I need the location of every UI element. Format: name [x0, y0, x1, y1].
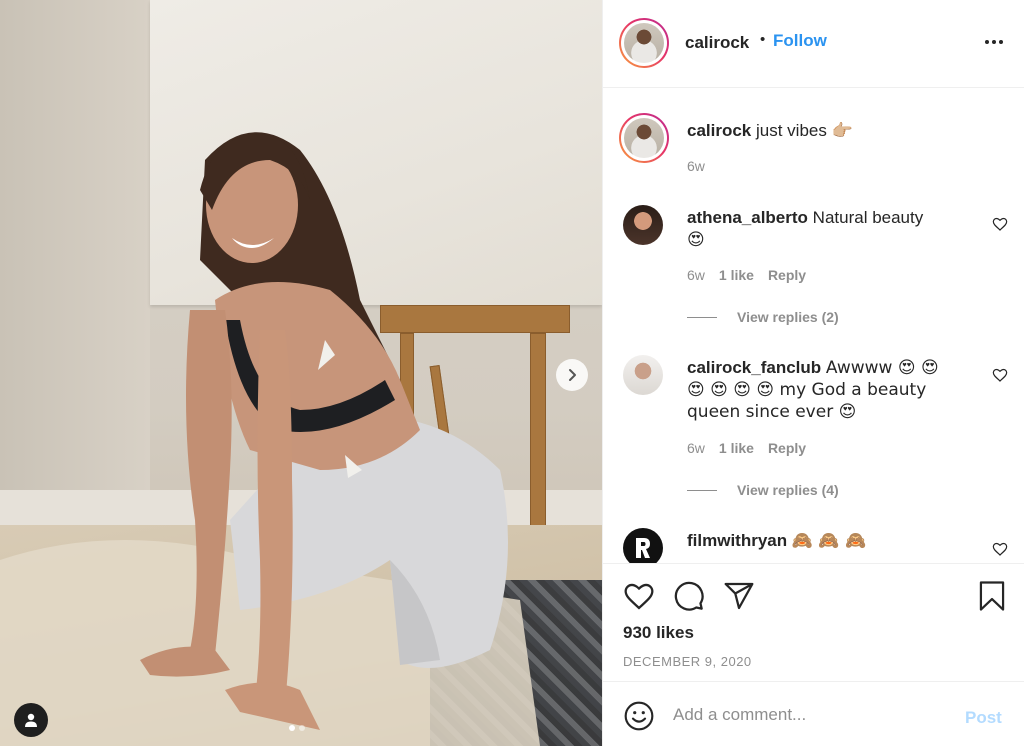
comment-body-line3: queen since ever 😍	[687, 402, 857, 422]
logo-icon	[636, 538, 650, 558]
commenter-avatar[interactable]	[623, 205, 663, 245]
chevron-right-icon	[569, 369, 576, 381]
post-header: calirock • Follow	[603, 0, 1024, 88]
caption-emoji: 👉🏼	[831, 121, 853, 141]
view-replies-button[interactable]: View replies (4)	[687, 482, 839, 498]
caption-username[interactable]: calirock	[687, 121, 751, 140]
comment-reply-button[interactable]: Reply	[768, 440, 806, 456]
comment-text: athena_alberto Natural beauty 😍	[687, 207, 972, 251]
comment-timestamp[interactable]: 6w	[687, 267, 705, 283]
caption-body: just vibes	[756, 121, 827, 140]
carousel-dot	[299, 725, 305, 731]
more-options-icon[interactable]	[983, 32, 1005, 52]
carousel-dot-active	[289, 725, 295, 731]
comments-list[interactable]: calirock just vibes 👉🏼 6w athena_alberto…	[603, 89, 1024, 563]
comment-icon[interactable]	[673, 580, 705, 612]
comment-body: Natural beauty	[812, 208, 924, 227]
comment-meta: 6w 1 like Reply	[687, 440, 806, 456]
carousel-indicator	[289, 725, 305, 731]
post-photo[interactable]	[0, 0, 602, 746]
comment-meta: 6w 1 like Reply	[687, 267, 806, 283]
commenter-avatar[interactable]	[623, 528, 663, 563]
comment-text: filmwithryan 🙈 🙈 🙈	[687, 530, 972, 552]
smiley-icon[interactable]	[623, 700, 655, 732]
comment-timestamp[interactable]: 6w	[687, 440, 705, 456]
comment-like-heart-icon[interactable]	[992, 216, 1008, 232]
commenter-username[interactable]: calirock_fanclub	[687, 358, 821, 377]
caption-author-avatar[interactable]	[619, 113, 669, 163]
post-comment-button[interactable]: Post	[965, 708, 1002, 728]
caption-timestamp[interactable]: 6w	[687, 158, 705, 174]
photo-person	[0, 0, 602, 746]
comment-body-line1: Awwww 😍 😍	[825, 358, 939, 378]
comment-body-line2: 😍 😍 😍 😍 my God a beauty	[687, 380, 927, 400]
caption-text: calirock just vibes 👉🏼	[687, 121, 853, 141]
carousel-next-button[interactable]	[556, 359, 588, 391]
view-replies-button[interactable]: View replies (2)	[687, 309, 839, 325]
commenter-avatar[interactable]	[623, 355, 663, 395]
comment-emoji: 😍	[687, 230, 705, 250]
comment-like-heart-icon[interactable]	[992, 367, 1008, 383]
user-icon	[25, 713, 37, 727]
comment-text: calirock_fanclub Awwww 😍 😍 😍 😍 😍 😍 my Go…	[687, 357, 972, 423]
comment-input[interactable]	[673, 702, 943, 728]
like-count[interactable]: 930 likes	[623, 623, 694, 643]
comment-body: 🙈 🙈 🙈	[791, 531, 867, 551]
commenter-username[interactable]: athena_alberto	[687, 208, 808, 227]
post-actions: 930 likes DECEMBER 9, 2020	[603, 563, 1024, 681]
tagged-users-button[interactable]	[14, 703, 48, 737]
add-comment-bar: Post	[603, 681, 1024, 746]
author-username[interactable]: calirock	[685, 33, 749, 53]
header-separator: •	[760, 31, 766, 48]
commenter-username[interactable]: filmwithryan	[687, 531, 787, 550]
comment-like-heart-icon[interactable]	[992, 541, 1008, 557]
bookmark-icon[interactable]	[977, 580, 1007, 612]
author-avatar[interactable]	[619, 18, 669, 68]
view-replies-label: View replies (4)	[737, 482, 839, 498]
follow-button[interactable]: Follow	[773, 31, 827, 51]
share-icon[interactable]	[723, 580, 755, 612]
heart-icon[interactable]	[623, 580, 655, 612]
post-date[interactable]: DECEMBER 9, 2020	[623, 654, 752, 669]
post-side-panel: calirock • Follow calirock just vibes 👉🏼…	[602, 0, 1024, 746]
comment-reply-button[interactable]: Reply	[768, 267, 806, 283]
comment-likes[interactable]: 1 like	[719, 440, 754, 456]
comment-likes[interactable]: 1 like	[719, 267, 754, 283]
view-replies-label: View replies (2)	[737, 309, 839, 325]
